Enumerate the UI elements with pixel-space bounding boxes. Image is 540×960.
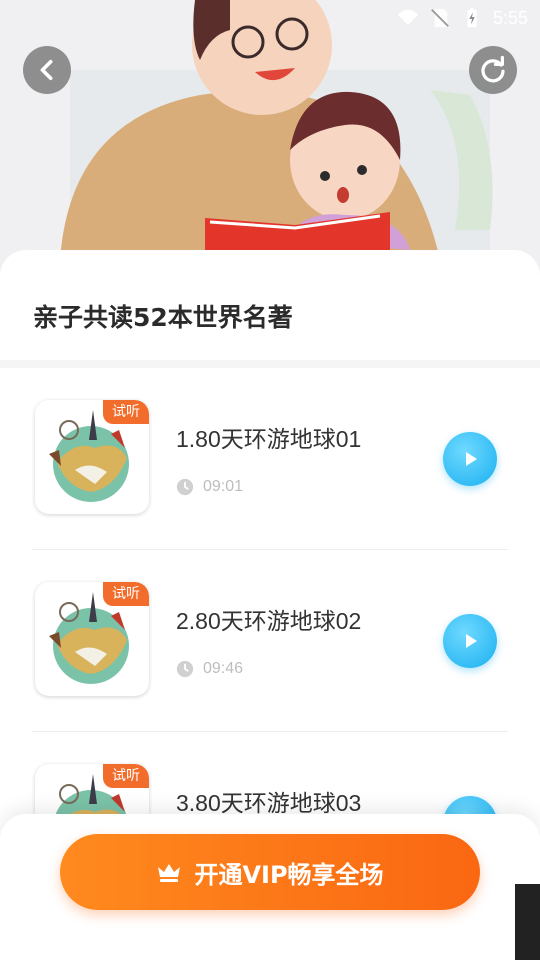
play-button[interactable] xyxy=(443,614,497,668)
refresh-button[interactable] xyxy=(469,46,517,94)
clock-icon xyxy=(176,660,194,678)
clock-icon xyxy=(176,478,194,496)
no-sim-icon xyxy=(431,8,449,28)
footer-bar: 开通VIP畅享全场 xyxy=(0,814,540,960)
floating-tab[interactable] xyxy=(515,884,540,960)
back-arrow-icon xyxy=(40,59,53,81)
track-title: 1.80天环游地球01 xyxy=(176,426,362,452)
track-item[interactable]: 试听 2.80天环游地球02 09:46 xyxy=(0,550,540,732)
play-icon xyxy=(466,634,477,648)
section-divider xyxy=(0,360,540,368)
crown-icon xyxy=(158,864,181,882)
vip-label: 开通VIP畅享全场 xyxy=(194,860,384,889)
trial-badge: 试听 xyxy=(103,582,149,606)
trial-badge: 试听 xyxy=(103,764,149,788)
hero-illustration xyxy=(0,0,540,290)
wifi-icon xyxy=(397,9,419,26)
status-bar: 5:55 xyxy=(0,0,540,36)
track-title: 3.80天环游地球03 xyxy=(176,790,362,816)
track-title: 2.80天环游地球02 xyxy=(176,608,362,634)
trial-badge: 试听 xyxy=(103,400,149,424)
track-duration: 09:46 xyxy=(176,660,243,678)
track-duration: 09:01 xyxy=(176,478,243,496)
play-button[interactable] xyxy=(443,432,497,486)
track-item[interactable]: 试听 1.80天环游地球01 09:01 xyxy=(0,368,540,550)
duration-text: 09:46 xyxy=(203,660,244,677)
track-cover: 试听 xyxy=(35,582,149,696)
open-vip-button[interactable]: 开通VIP畅享全场 xyxy=(60,834,480,910)
play-icon xyxy=(466,452,477,466)
track-cover: 试听 xyxy=(35,400,149,514)
battery-charging-icon xyxy=(467,7,477,28)
duration-text: 09:01 xyxy=(203,478,244,495)
album-title: 亲子共读52本世界名著 xyxy=(33,303,293,332)
back-button[interactable] xyxy=(23,46,71,94)
refresh-icon xyxy=(481,55,505,83)
status-time: 5:55 xyxy=(492,7,528,28)
